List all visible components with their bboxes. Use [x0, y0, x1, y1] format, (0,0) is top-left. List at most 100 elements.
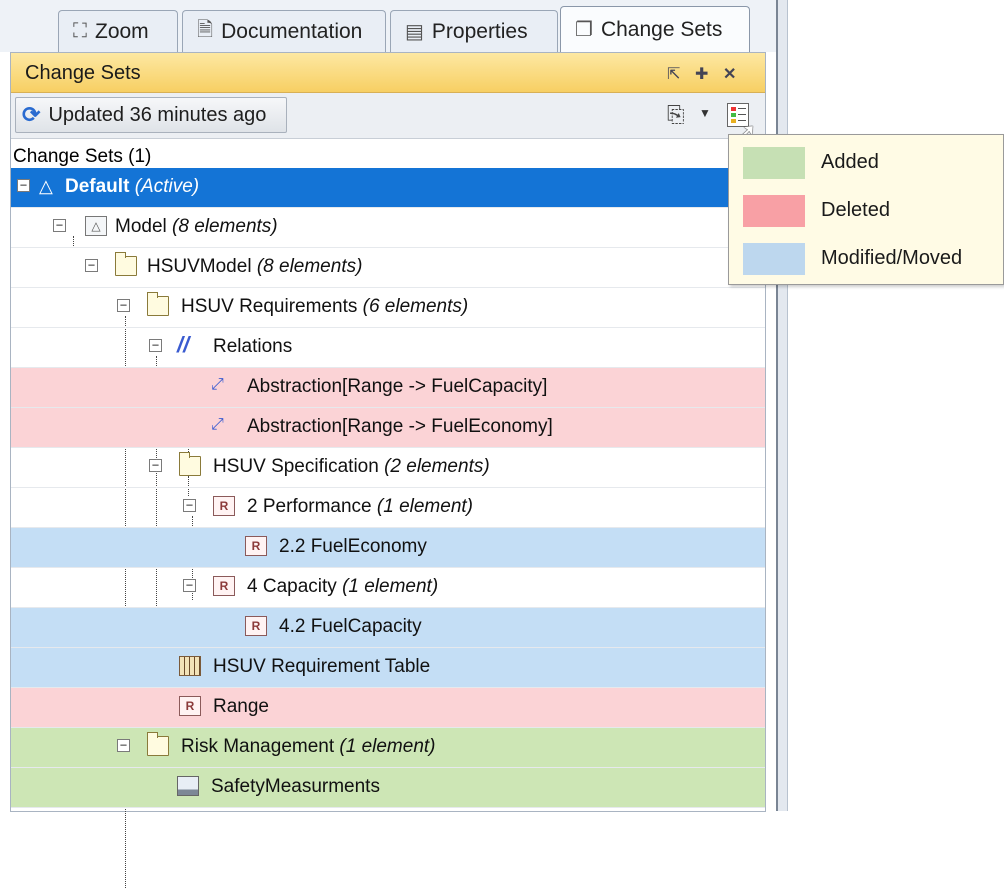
tree-row-default[interactable]: − △ Default (Active): [11, 168, 765, 208]
row-note: (1 element): [376, 496, 474, 517]
collapse-toggle[interactable]: −: [85, 259, 98, 272]
tab-change-sets[interactable]: ❐ Change Sets: [560, 6, 750, 52]
folder-icon: [147, 292, 169, 316]
tree-row-hsuv-requirement-table[interactable]: HSUV Requirement Table: [11, 648, 765, 688]
tree-row-relations[interactable]: − // Relations: [11, 328, 765, 368]
row-name: SafetyMeasurments: [211, 776, 380, 797]
legend-item-deleted: Deleted: [743, 193, 1003, 229]
collapse-toggle[interactable]: −: [117, 299, 130, 312]
dropdown-arrow-icon[interactable]: ▼: [699, 106, 711, 120]
tree-row-hsuv-specification[interactable]: − HSUV Specification (2 elements): [11, 448, 765, 488]
tree-row-hsuv-requirements[interactable]: − HSUV Requirements (6 elements): [11, 288, 765, 328]
tree-header: Change Sets (1): [13, 146, 152, 167]
row-name: 2.2 FuelEconomy: [279, 536, 427, 557]
tree-row-risk-management[interactable]: − Risk Management (1 element): [11, 728, 765, 768]
abstraction-icon: ⤢: [211, 376, 224, 393]
requirement-icon: R: [213, 496, 235, 516]
row-name: 2 Performance: [247, 496, 372, 517]
tree-row-model[interactable]: − △ Model (8 elements): [11, 208, 765, 248]
row-note: (1 element): [339, 736, 436, 757]
close-icon[interactable]: ✕: [723, 64, 736, 84]
legend-label: Added: [821, 151, 879, 173]
tree-row-hsuvmodel[interactable]: − HSUVModel (8 elements): [11, 248, 765, 288]
row-name: 4 Capacity: [247, 576, 337, 597]
refresh-icon: ⟳: [22, 102, 41, 127]
collapse-toggle[interactable]: −: [149, 339, 162, 352]
tab-label: Documentation: [221, 19, 363, 43]
row-name: HSUV Requirements: [181, 296, 358, 317]
tree-row-range[interactable]: R Range: [11, 688, 765, 728]
tree-row-4-2-fuelcapacity[interactable]: R 4.2 FuelCapacity: [11, 608, 765, 648]
panel-title-bar: Change Sets ⇱ ✚ ✕: [11, 53, 765, 93]
row-name: 4.2 FuelCapacity: [279, 616, 422, 637]
row-name: Model: [115, 216, 167, 237]
row-note: (8 elements): [172, 216, 278, 237]
float-icon[interactable]: ⇱: [667, 64, 680, 84]
tab-documentation[interactable]: 🗎 Documentation: [182, 10, 386, 52]
tree-row-abstraction-fueleconomy[interactable]: ⤢ Abstraction[Range -> FuelEconomy]: [11, 408, 765, 448]
tab-strip: ⛶ Zoom 🗎 Documentation ▤ Properties ❐ Ch…: [0, 0, 778, 52]
row-name: Abstraction[Range -> FuelEconomy]: [247, 416, 553, 437]
tab-zoom[interactable]: ⛶ Zoom: [58, 10, 178, 52]
table-icon: [179, 656, 201, 676]
update-button[interactable]: ⟳ Updated 36 minutes ago: [15, 97, 287, 133]
block-icon: [177, 776, 199, 796]
collapse-toggle[interactable]: −: [53, 219, 66, 232]
pin-icon[interactable]: ✚: [695, 64, 708, 84]
row-name: Risk Management: [181, 736, 335, 757]
row-name: HSUVModel: [147, 256, 252, 277]
requirement-icon: R: [213, 576, 235, 596]
folder-icon: [179, 452, 201, 476]
legend-item-modified: Modified/Moved: [743, 241, 1003, 277]
legend-label: Deleted: [821, 199, 890, 221]
row-name: HSUV Specification: [213, 456, 379, 477]
row-name: Range: [213, 696, 269, 717]
update-label: Updated 36 minutes ago: [48, 103, 267, 126]
collapse-toggle[interactable]: −: [117, 739, 130, 752]
abstraction-icon: ⤢: [211, 416, 224, 433]
properties-icon: ▤: [405, 21, 424, 43]
row-name: Relations: [213, 336, 293, 357]
row-note: (1 element): [342, 576, 439, 597]
legend-item-added: Added: [743, 145, 1003, 181]
relations-icon: //: [177, 332, 190, 357]
requirement-icon: R: [245, 616, 267, 636]
legend-popup: Added Deleted Modified/Moved: [728, 134, 1004, 285]
legend-swatch: [743, 147, 805, 179]
document-icon: 🗎: [197, 18, 214, 41]
tab-properties[interactable]: ▤ Properties: [390, 10, 558, 52]
row-note: (8 elements): [256, 256, 363, 277]
collapse-toggle[interactable]: −: [149, 459, 162, 472]
panel-title: Change Sets: [25, 62, 141, 84]
tree-row-safetymeasurments[interactable]: SafetyMeasurments: [11, 768, 765, 808]
splitter[interactable]: [776, 0, 788, 811]
compare-icon[interactable]: ⎘: [667, 102, 685, 128]
requirement-icon: R: [179, 696, 201, 716]
tab-label: Zoom: [95, 19, 149, 43]
change-sets-tree: Change Sets (1) − △ Default (Active) − △…: [11, 140, 765, 888]
tree-row-4-capacity[interactable]: − R 4 Capacity (1 element): [11, 568, 765, 608]
collapse-toggle[interactable]: −: [183, 499, 196, 512]
change-sets-icon: ❐: [575, 19, 593, 41]
toolbar: ⟳ Updated 36 minutes ago ⎘ ▼ ➚: [11, 93, 765, 147]
collapse-toggle[interactable]: −: [183, 579, 196, 592]
row-note: (Active): [134, 176, 200, 197]
requirement-icon: R: [245, 536, 267, 556]
folder-icon: [115, 252, 137, 276]
row-name: HSUV Requirement Table: [213, 656, 431, 677]
row-note: (2 elements): [384, 456, 490, 477]
tree-row-abstraction-fuelcapacity[interactable]: ⤢ Abstraction[Range -> FuelCapacity]: [11, 368, 765, 408]
row-name: Default: [65, 176, 130, 197]
folder-icon: [147, 732, 169, 756]
legend-label: Modified/Moved: [821, 247, 963, 269]
tree-row-2-performance[interactable]: − R 2 Performance (1 element): [11, 488, 765, 528]
zoom-icon: ⛶: [73, 20, 87, 42]
legend-swatch: [743, 195, 805, 227]
model-icon: △: [85, 216, 107, 236]
tab-label: Properties: [431, 19, 528, 43]
collapse-toggle[interactable]: −: [17, 179, 30, 192]
row-note: (6 elements): [362, 296, 469, 317]
change-set-icon: △: [39, 176, 53, 196]
tree-row-2-2-fueleconomy[interactable]: R 2.2 FuelEconomy: [11, 528, 765, 568]
